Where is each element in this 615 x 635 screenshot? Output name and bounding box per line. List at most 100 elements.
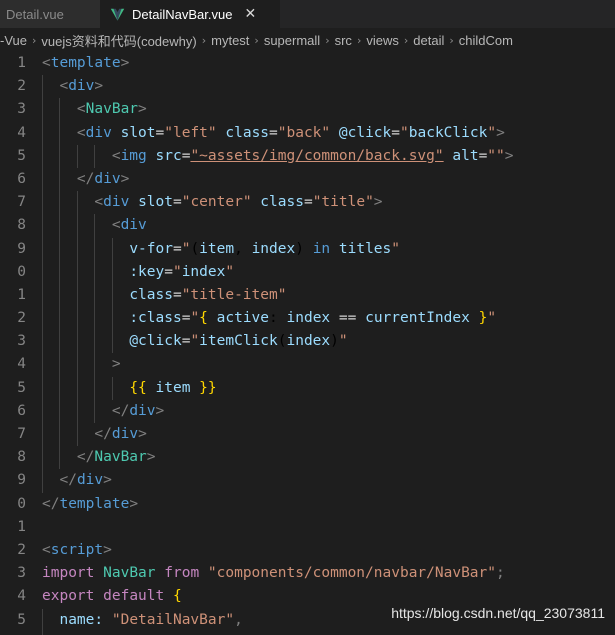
line-number: 9 [17, 240, 26, 257]
code-text: {{ item }} [26, 376, 615, 400]
breadcrumb-separator: › [325, 33, 330, 47]
line-number: 0 [17, 263, 26, 280]
breadcrumb-separator: › [356, 33, 362, 47]
code-line[interactable]: 3 import NavBar from "components/common/n… [0, 562, 615, 585]
line-number: 4 [17, 588, 26, 605]
code-text: </div> [26, 423, 615, 447]
breadcrumb-item[interactable]: childCom [459, 33, 513, 48]
breadcrumb-separator: › [31, 33, 37, 47]
tab-label: Detail.vue [6, 6, 64, 22]
code-line[interactable]: 3 <NavBar> [0, 98, 615, 122]
code-text: </div> [26, 469, 615, 493]
line-number: 5 [17, 611, 26, 628]
code-text: v-for="(item, index) in titles" [26, 237, 615, 261]
line-number: 6 [17, 170, 26, 187]
code-line[interactable]: 2 :class="{ active: index == currentInde… [0, 307, 615, 331]
code-line[interactable]: 3 @click="itemClick(index)" [0, 330, 615, 354]
line-number: 0 [17, 495, 26, 512]
code-text: export default { [26, 585, 615, 608]
breadcrumb-separator: › [449, 33, 454, 47]
code-line[interactable]: 0 </template> [0, 493, 615, 516]
code-text: <div> [26, 75, 615, 99]
breadcrumb-item[interactable]: detail [413, 33, 444, 48]
code-line[interactable]: 1 [0, 516, 615, 539]
code-line[interactable]: 6 </div> [0, 167, 615, 192]
line-number: 2 [17, 310, 26, 327]
tab-label: DetailNavBar.vue [132, 6, 233, 22]
code-line[interactable]: 5 <img src="~assets/img/common/back.svg"… [0, 144, 615, 168]
line-number: 1 [17, 55, 26, 71]
code-editor[interactable]: 1 <template> 2 <div> 3 <NavBar> 4 <div slot=… [0, 52, 615, 635]
code-text: name: "DetailNavBar", [26, 608, 615, 632]
breadcrumb-item[interactable]: -Vue [0, 33, 27, 48]
indent-guides [26, 75, 615, 99]
breadcrumb-item[interactable]: vuejs资料和代码(codewhy) [41, 31, 196, 50]
line-number: 6 [17, 402, 26, 419]
close-icon[interactable]: ✕ [244, 7, 256, 21]
breadcrumb-item[interactable]: supermall [264, 33, 320, 48]
line-number: 7 [17, 426, 26, 442]
indent-guides [26, 539, 615, 562]
code-text: </NavBar> [26, 446, 615, 470]
line-number: 8 [17, 217, 26, 234]
breadcrumb-separator: › [254, 33, 259, 47]
line-number: 5 [17, 147, 26, 164]
code-text: <script> [26, 539, 615, 562]
line-number: 3 [17, 101, 26, 118]
line-number: 8 [17, 449, 26, 466]
code-text: </div> [26, 167, 615, 192]
line-number: 2 [17, 78, 26, 95]
code-line[interactable]: 8 <div [0, 214, 615, 238]
breadcrumb-item[interactable]: mytest [211, 33, 249, 48]
code-line-list: 1 <template> 2 <div> 3 <NavBar> 4 <div slot=… [0, 52, 615, 635]
code-line[interactable]: 5 name: "DetailNavBar", [0, 608, 615, 632]
breadcrumb-separator: › [403, 33, 409, 47]
code-line[interactable]: 2 <script> [0, 539, 615, 562]
code-line[interactable]: 1 <template> [0, 52, 615, 75]
breadcrumb-item[interactable]: views [366, 33, 399, 48]
code-line[interactable]: 4 <div slot="left" class="back" @click="… [0, 121, 615, 145]
code-text: :key="index" [26, 260, 615, 284]
code-line[interactable]: 4 export default { [0, 585, 615, 608]
code-text: :class="{ active: index == currentIndex … [26, 307, 615, 331]
editor-tab-bar: Detail.vue DetailNavBar.vue ✕ [0, 0, 615, 28]
line-number: 3 [17, 565, 26, 582]
line-number: 7 [17, 194, 26, 211]
code-line[interactable]: 0 :key="index" [0, 260, 615, 284]
code-text: class="title-item" [26, 283, 615, 308]
code-text: <template> [26, 52, 615, 75]
code-line[interactable]: 7 </div> [0, 423, 615, 447]
code-line[interactable]: 2 <div> [0, 75, 615, 99]
line-number: 2 [17, 541, 26, 558]
code-text: import NavBar from "components/common/na… [26, 562, 615, 585]
line-number: 4 [17, 124, 26, 141]
line-number: 9 [17, 472, 26, 489]
code-text: <div slot="center" class="title"> [26, 191, 615, 215]
line-number: 1 [17, 518, 26, 535]
code-text: <div [26, 214, 615, 238]
line-number: 1 [17, 286, 26, 303]
code-line[interactable]: 4 > [0, 353, 615, 377]
code-text: </div> [26, 399, 615, 424]
code-line[interactable]: 5 {{ item }} [0, 376, 615, 400]
line-number: 4 [17, 356, 26, 373]
tab-detail-vue[interactable]: Detail.vue [0, 0, 100, 28]
code-line[interactable]: 8 </NavBar> [0, 446, 615, 470]
tab-detailnavbar-vue[interactable]: DetailNavBar.vue ✕ [100, 0, 280, 28]
breadcrumb: -Vue › vuejs资料和代码(codewhy) › mytest › supermal… [0, 28, 615, 52]
line-number: 5 [17, 379, 26, 396]
code-line[interactable]: 1 class="title-item" [0, 283, 615, 308]
code-text: > [26, 353, 615, 377]
code-line[interactable]: 9 v-for="(item, index) in titles" [0, 237, 615, 261]
code-line[interactable]: 9 </div> [0, 469, 615, 493]
code-line[interactable]: 7 <div slot="center" class="title"> [0, 191, 615, 215]
vue-logo-icon [110, 8, 125, 20]
line-number: 3 [17, 333, 26, 350]
breadcrumb-separator: › [201, 33, 207, 47]
breadcrumb-item[interactable]: src [335, 33, 352, 48]
code-text: @click="itemClick(index)" [26, 330, 615, 354]
code-text: <img src="~assets/img/common/back.svg" a… [26, 144, 615, 168]
code-text: <div slot="left" class="back" @click="ba… [26, 121, 615, 145]
code-line[interactable]: 6 </div> [0, 399, 615, 424]
code-text: <NavBar> [26, 98, 615, 122]
